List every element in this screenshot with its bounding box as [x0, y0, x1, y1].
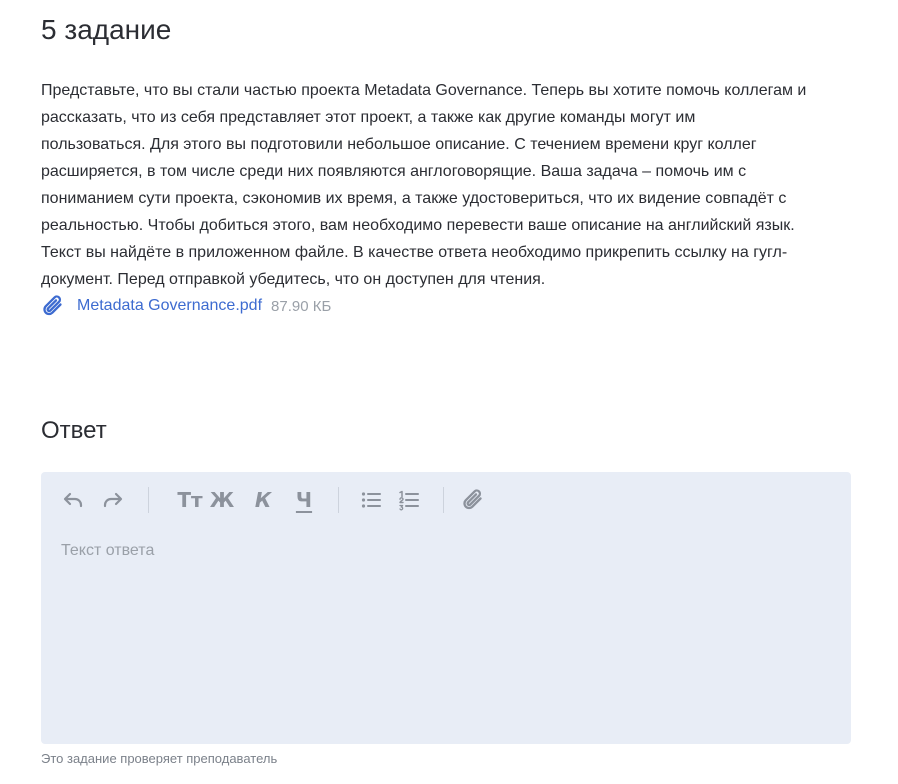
- paperclip-icon: [41, 293, 67, 319]
- toolbar-divider: [443, 487, 444, 513]
- task-description-line: Представьте, что вы стали частью проекта…: [41, 82, 807, 99]
- task-description-line: рассказать, что из себя представляет это…: [41, 109, 696, 126]
- numbered-list-icon[interactable]: [395, 486, 423, 514]
- task-description-line: реальностью. Чтобы добиться этого, вам н…: [41, 217, 795, 234]
- answer-text-input[interactable]: [59, 540, 833, 734]
- task-description-line: расширяется, в том числе среди них появл…: [41, 163, 747, 180]
- task-description-line: Текст вы найдёте в приложенном файле. В …: [41, 244, 788, 261]
- toolbar-divider: [148, 487, 149, 513]
- text-size-button[interactable]: Тт: [175, 486, 205, 514]
- attachment[interactable]: Metadata Governance.pdf 87.90 КБ: [41, 293, 331, 319]
- attach-icon[interactable]: [460, 486, 488, 514]
- task-title: 5 задание: [41, 14, 172, 45]
- attachment-file-size: 87.90 КБ: [271, 297, 332, 315]
- task-description-line: документ. Перед отправкой убедитесь, что…: [41, 271, 546, 288]
- answer-editor[interactable]: Тт Ж К Ч: [41, 472, 851, 744]
- attachment-file-link[interactable]: Metadata Governance.pdf: [77, 297, 262, 315]
- underline-button[interactable]: Ч: [291, 486, 317, 514]
- task-description-line: пониманием сути проекта, сэкономив их вр…: [41, 190, 787, 207]
- italic-button[interactable]: К: [250, 486, 276, 514]
- reviewer-note: Это задание проверяет преподаватель: [41, 751, 278, 766]
- bold-button[interactable]: Ж: [209, 486, 235, 514]
- task-description: Представьте, что вы стали частью проекта…: [41, 77, 856, 293]
- toolbar-divider: [338, 487, 339, 513]
- editor-toolbar: Тт Ж К Ч: [41, 472, 851, 528]
- redo-icon[interactable]: [99, 486, 127, 514]
- task-description-line: пользоваться. Для этого вы подготовили н…: [41, 136, 757, 153]
- answer-heading: Ответ: [41, 417, 107, 444]
- undo-icon[interactable]: [59, 486, 87, 514]
- bulleted-list-icon[interactable]: [357, 486, 385, 514]
